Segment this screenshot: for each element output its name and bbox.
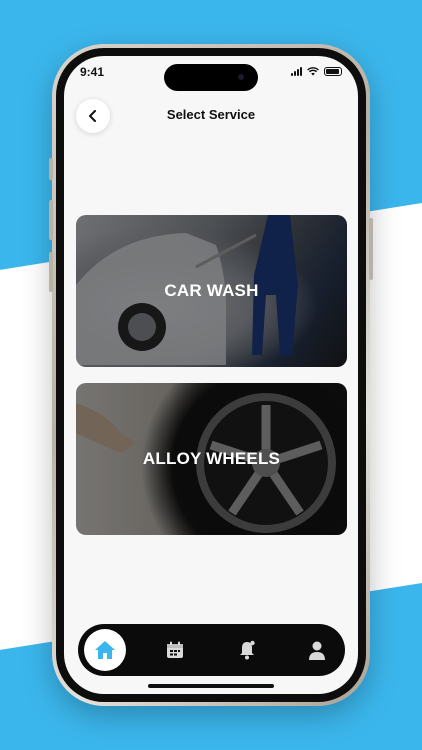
user-icon: [309, 641, 325, 660]
nav-calendar[interactable]: [164, 640, 186, 660]
nav-profile[interactable]: [306, 639, 328, 661]
wifi-icon: [307, 67, 319, 76]
camera-dot: [238, 74, 244, 80]
signal-icon: [291, 67, 302, 76]
bottom-nav: [78, 624, 345, 676]
service-card-car-wash[interactable]: CAR WASH: [76, 215, 347, 367]
power-button: [369, 218, 373, 280]
volume-down-button: [49, 252, 53, 292]
home-indicator: [148, 684, 274, 688]
home-icon: [95, 641, 115, 659]
service-label: ALLOY WHEELS: [142, 449, 281, 468]
battery-icon: [324, 67, 342, 76]
nav-notifications[interactable]: [236, 639, 258, 661]
dynamic-island: [164, 64, 258, 91]
nav-home[interactable]: [84, 629, 126, 671]
page-title: Select Service: [166, 107, 256, 122]
volume-up-button: [49, 200, 53, 240]
status-icons: [291, 67, 342, 76]
mute-switch: [49, 158, 53, 180]
calendar-icon: [167, 641, 183, 658]
bell-icon: [240, 640, 255, 660]
status-time: 9:41: [80, 65, 105, 79]
app-screen: 9:41 Select Service CAR WASH ALLOY WHEEL…: [64, 56, 358, 694]
service-label: CAR WASH: [164, 281, 259, 300]
service-card-alloy-wheels[interactable]: ALLOY WHEELS: [76, 383, 347, 535]
